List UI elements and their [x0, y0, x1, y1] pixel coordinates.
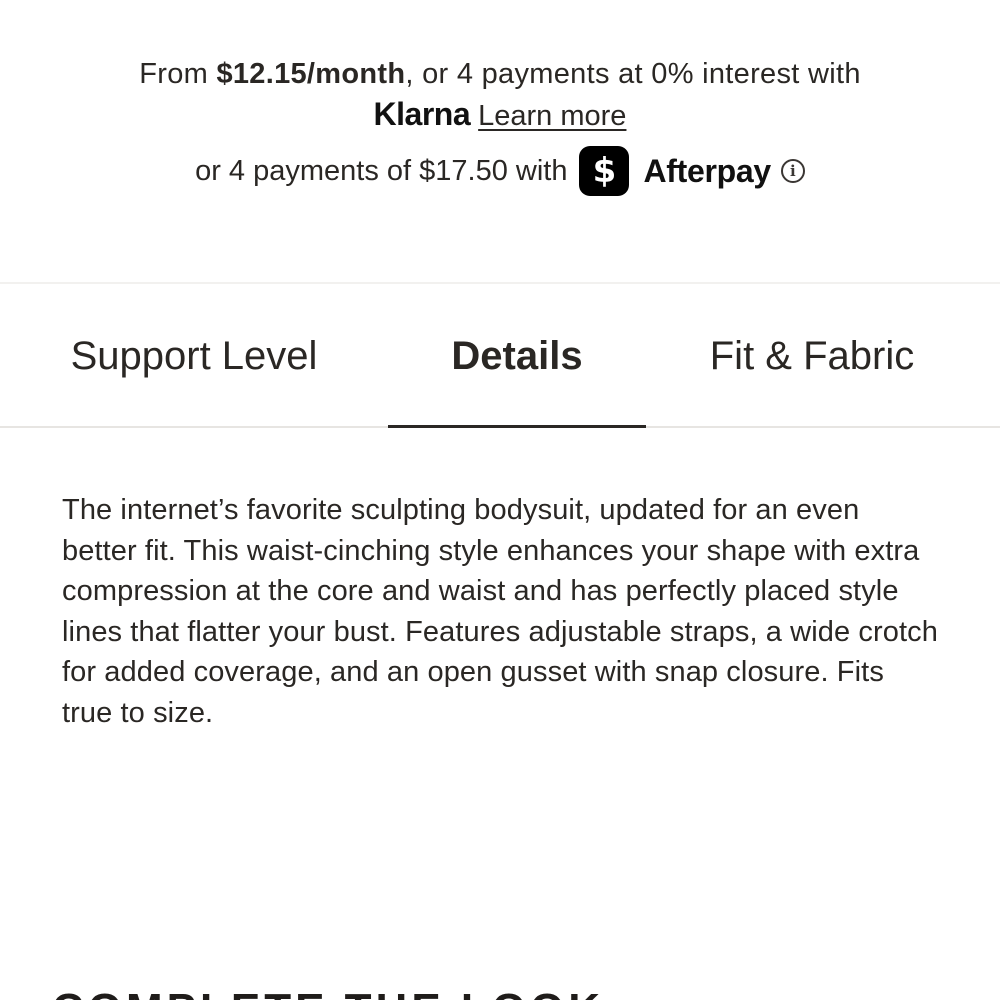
- klarna-suffix: , or 4 payments at 0% interest with: [405, 58, 861, 90]
- klarna-logo-row: Klarna Learn more: [0, 96, 1000, 133]
- cash-app-icon: $: [579, 146, 630, 196]
- afterpay-logo: Afterpay: [643, 152, 771, 189]
- details-description: The internet’s favorite sculpting bodysu…: [62, 494, 938, 729]
- klarna-financing-text: From $12.15/month, or 4 payments at 0% i…: [0, 58, 1000, 91]
- klarna-learn-more-link[interactable]: Learn more: [478, 100, 626, 132]
- klarna-monthly-amount: $12.15/month: [216, 58, 406, 90]
- tab-support-level[interactable]: Support Level: [44, 284, 344, 428]
- afterpay-financing-row: or 4 payments of $17.50 with $ Afterpay …: [0, 145, 1000, 197]
- product-details-page: From $12.15/month, or 4 payments at 0% i…: [0, 0, 1000, 1000]
- tab-fit-and-fabric[interactable]: Fit & Fabric: [680, 284, 944, 428]
- info-icon[interactable]: i: [780, 159, 805, 183]
- active-tab-indicator: [388, 425, 646, 428]
- product-info-tabs: Support Level Details Fit & Fabric: [0, 284, 1000, 428]
- afterpay-text: or 4 payments of $17.50 with: [195, 154, 568, 187]
- tab-details[interactable]: Details: [388, 284, 646, 428]
- complete-the-look-heading: COMPLETE THE LOOK: [52, 985, 604, 1000]
- klarna-logo: Klarna: [373, 96, 471, 132]
- klarna-prefix: From: [139, 58, 217, 90]
